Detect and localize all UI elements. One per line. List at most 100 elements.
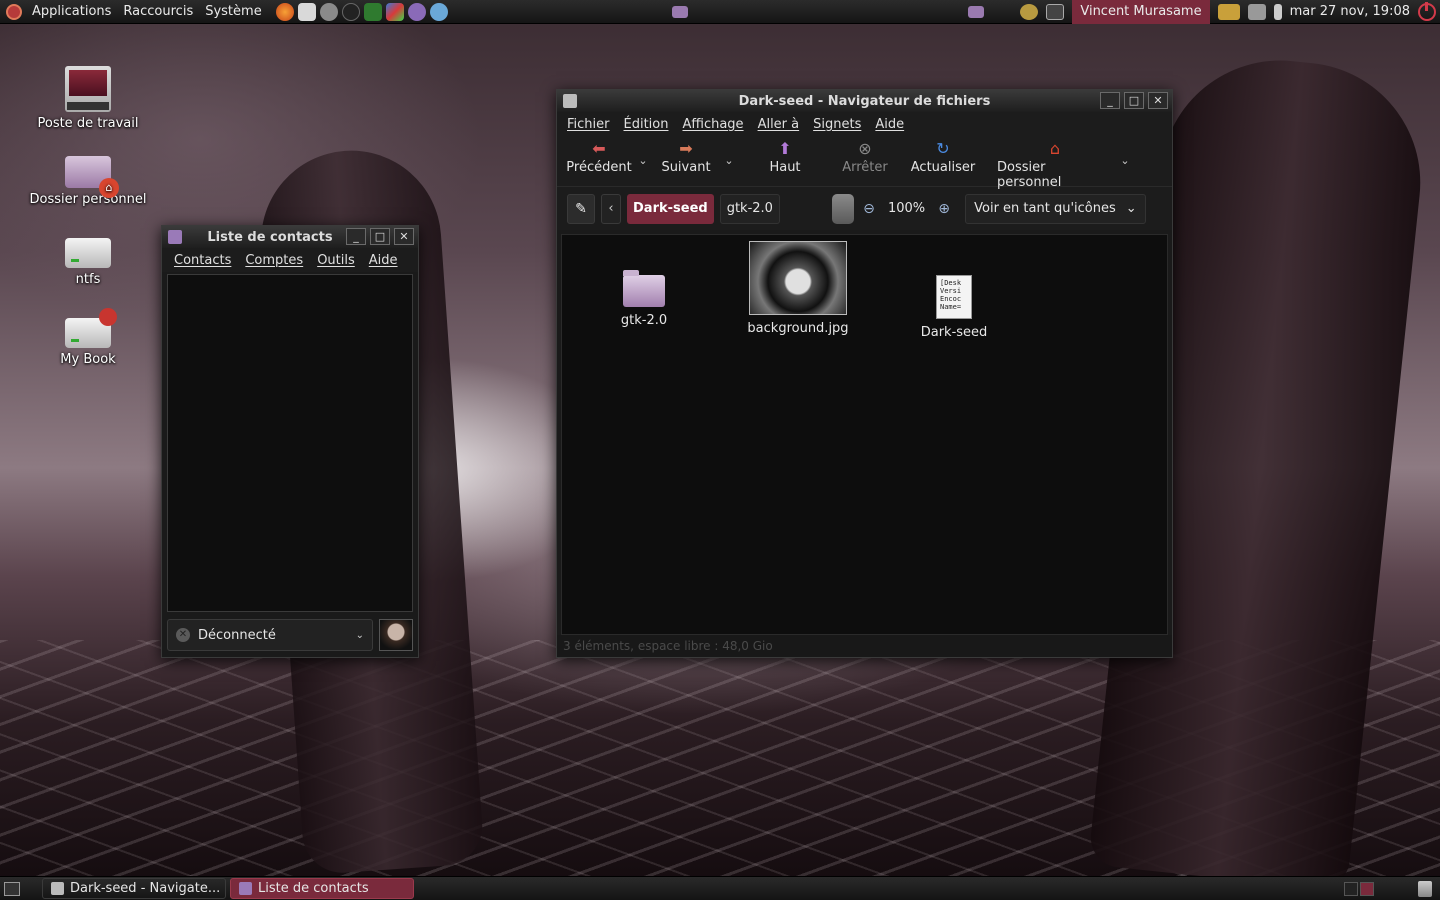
- forward-arrow-icon: ➡: [679, 139, 693, 158]
- mail-icon[interactable]: [297, 2, 316, 21]
- offline-icon: ✕: [176, 628, 190, 642]
- close-button[interactable]: ✕: [1148, 92, 1168, 109]
- file-item[interactable]: gtk-2.0: [584, 270, 704, 328]
- file-browser-titlebar[interactable]: Dark-seed - Navigateur de fichiers _ □ ✕: [557, 90, 1172, 112]
- file-item[interactable]: [Desk Versi Encoc Name= Dark-seed: [894, 275, 1014, 340]
- media-player-icon[interactable]: [341, 2, 360, 21]
- users-icon[interactable]: [429, 2, 448, 21]
- computer-icon: [65, 66, 111, 112]
- minimize-button[interactable]: _: [1100, 92, 1120, 109]
- reload-button[interactable]: ↻ Actualiser: [907, 140, 979, 176]
- close-button[interactable]: ✕: [394, 228, 414, 245]
- desktop-icon-computer[interactable]: Poste de travail: [28, 66, 148, 131]
- file-manager-icon: [51, 882, 64, 895]
- file-view[interactable]: gtk-2.0 background.jpg [Desk Versi Encoc…: [561, 234, 1168, 635]
- path-left-arrow[interactable]: ‹: [601, 193, 621, 224]
- desktop-icon-home[interactable]: ⌂ Dossier personnel: [28, 146, 148, 207]
- buddy-list-window: Liste de contacts _ □ ✕ Contacts Comptes…: [161, 225, 419, 658]
- stop-label: Arrêter: [842, 160, 888, 175]
- cube-icon[interactable]: [385, 2, 404, 21]
- minimize-button[interactable]: _: [346, 228, 366, 245]
- menu-help[interactable]: Aide: [875, 117, 904, 132]
- pidgin-icon[interactable]: [168, 230, 182, 244]
- top-panel: Applications Raccourcis Système Vincent …: [0, 0, 1440, 24]
- desktop-icon-label: My Book: [60, 352, 116, 367]
- home-folder-icon: ⌂: [65, 156, 119, 198]
- buddy-list[interactable]: [167, 274, 413, 612]
- menu-applications[interactable]: Applications: [28, 4, 115, 19]
- maximize-button[interactable]: □: [370, 228, 390, 245]
- desktop-icon-mybook[interactable]: My Book: [28, 306, 148, 367]
- clock[interactable]: mar 27 nov, 19:08: [1290, 4, 1410, 19]
- workspace-1[interactable]: [1344, 881, 1358, 896]
- file-name: gtk-2.0: [620, 313, 668, 328]
- window-title: Dark-seed - Navigateur de fichiers: [738, 93, 991, 109]
- menu-help[interactable]: Aide: [369, 253, 398, 268]
- firefox-icon[interactable]: [275, 2, 294, 21]
- trash-icon[interactable]: [1418, 880, 1432, 897]
- buddy-list-titlebar[interactable]: Liste de contacts _ □ ✕: [162, 226, 418, 248]
- maximize-button[interactable]: □: [1124, 92, 1144, 109]
- menu-accounts[interactable]: Comptes: [245, 253, 303, 268]
- pidgin-launcher-icon[interactable]: [319, 2, 338, 21]
- pane-grip[interactable]: [831, 193, 854, 224]
- menu-view[interactable]: Affichage: [682, 117, 743, 132]
- menu-tools[interactable]: Outils: [317, 253, 355, 268]
- edit-location-icon[interactable]: ✎: [567, 193, 595, 224]
- avatar[interactable]: [379, 619, 413, 651]
- menu-edit[interactable]: Édition: [624, 117, 669, 132]
- view-mode-select[interactable]: Voir en tant qu'icônes ⌄: [965, 193, 1146, 224]
- menu-bookmarks[interactable]: Signets: [813, 117, 861, 132]
- folder-applet-icon[interactable]: [672, 5, 689, 18]
- network-icon[interactable]: [1247, 3, 1266, 20]
- bottom-panel: Dark-seed - Navigate... Liste de contact…: [0, 876, 1440, 900]
- file-item[interactable]: background.jpg: [738, 241, 858, 336]
- zoom-out-icon[interactable]: ⊖: [860, 201, 878, 217]
- home-button[interactable]: ⌂ Dossier personnel: [993, 140, 1117, 191]
- power-icon[interactable]: [1418, 1, 1436, 21]
- system-tray: Vincent Murasame mar 27 nov, 19:08: [968, 0, 1440, 24]
- user-name[interactable]: Vincent Murasame: [1072, 0, 1210, 24]
- volume-icon[interactable]: [1273, 3, 1282, 20]
- up-button[interactable]: ⬆ Haut: [757, 140, 813, 176]
- compiz-icon[interactable]: [1217, 3, 1240, 20]
- up-label: Haut: [769, 160, 801, 175]
- window-controls: _ □ ✕: [346, 228, 414, 245]
- file-manager-icon[interactable]: [563, 94, 577, 108]
- back-button[interactable]: ⬅ Précédent: [563, 139, 635, 176]
- plant-icon[interactable]: [363, 2, 382, 21]
- buddy-list-menubar: Contacts Comptes Outils Aide: [162, 248, 418, 272]
- desktop-icon-label: Dossier personnel: [29, 192, 147, 207]
- workspace-switcher: [1344, 881, 1374, 896]
- ubuntu-logo-icon[interactable]: [6, 3, 22, 20]
- task-file-browser[interactable]: Dark-seed - Navigate...: [42, 878, 226, 899]
- path-crumb-child[interactable]: gtk-2.0: [719, 193, 780, 224]
- task-buddy-list[interactable]: Liste de contacts: [230, 878, 414, 899]
- status-select[interactable]: ✕ Déconnecté ⌄: [167, 619, 373, 651]
- show-desktop-icon[interactable]: [4, 881, 20, 896]
- chat-icon[interactable]: [407, 2, 426, 21]
- menu-file[interactable]: Fichier: [567, 117, 610, 132]
- zoom-level: 100%: [887, 201, 926, 216]
- workspace-2[interactable]: [1360, 881, 1374, 896]
- desktop-icon-ntfs[interactable]: ntfs: [28, 226, 148, 287]
- menu-system[interactable]: Système: [201, 4, 265, 19]
- path-crumb-current[interactable]: Dark-seed: [627, 193, 714, 224]
- forward-label: Suivant: [661, 160, 711, 175]
- settings-gear-icon[interactable]: [1020, 3, 1039, 20]
- location-bar: ✎ ‹ Dark-seed gtk-2.0 ⊖ 100% ⊕ Voir en t…: [557, 186, 1172, 230]
- window-controls: _ □ ✕: [1100, 92, 1168, 109]
- menu-go[interactable]: Aller à: [758, 117, 800, 132]
- forward-button[interactable]: ➡ Suivant: [651, 139, 721, 176]
- places-folder-icon[interactable]: [968, 5, 985, 18]
- menu-contacts[interactable]: Contacts: [174, 253, 231, 268]
- chevron-down-icon: ⌄: [1125, 201, 1137, 216]
- stop-button[interactable]: ⊗ Arrêter: [833, 140, 897, 176]
- back-history-dropdown[interactable]: ⌄: [635, 140, 651, 167]
- menu-places[interactable]: Raccourcis: [119, 4, 197, 19]
- toolbar-overflow-dropdown[interactable]: ⌄: [1117, 140, 1133, 167]
- terminal-icon[interactable]: [1046, 3, 1065, 20]
- zoom-in-icon[interactable]: ⊕: [935, 201, 953, 217]
- forward-history-dropdown[interactable]: ⌄: [721, 140, 737, 167]
- back-arrow-icon: ⬅: [592, 139, 606, 158]
